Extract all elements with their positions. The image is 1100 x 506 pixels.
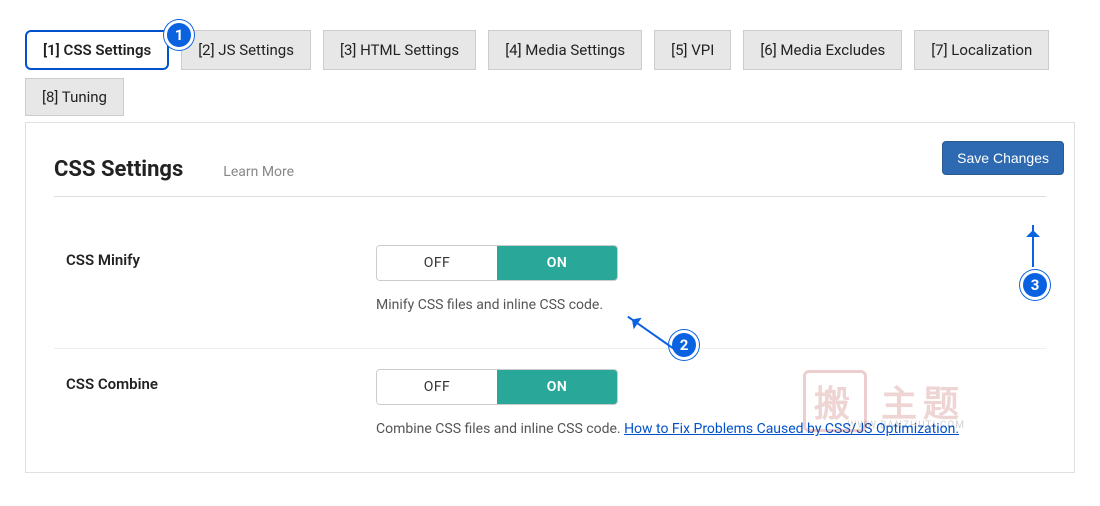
learn-more-link[interactable]: Learn More — [223, 164, 294, 180]
tab-html-settings[interactable]: [3] HTML Settings — [323, 30, 476, 70]
panel-title: CSS Settings — [54, 157, 183, 182]
tab-media-settings[interactable]: [4] Media Settings — [488, 30, 642, 70]
annotation-badge-2: 2 — [669, 330, 699, 360]
setting-row-css-minify: CSS Minify OFF ON Minify CSS files and i… — [54, 225, 1046, 349]
toggle-off-option[interactable]: OFF — [377, 246, 497, 280]
tab-tuning[interactable]: [8] Tuning — [25, 78, 124, 116]
setting-row-css-combine: CSS Combine OFF ON Combine CSS files and… — [54, 349, 1046, 472]
setting-description: Minify CSS files and inline CSS code. — [376, 295, 1046, 316]
annotation-arrow-3 — [1032, 225, 1034, 267]
setting-label: CSS Minify — [66, 245, 376, 269]
annotation-badge-3: 3 — [1020, 270, 1050, 300]
setting-label: CSS Combine — [66, 369, 376, 393]
toggle-on-option[interactable]: ON — [497, 370, 617, 404]
tab-js-settings[interactable]: [2] JS Settings — [181, 30, 311, 70]
tab-css-settings[interactable]: [1] CSS Settings — [25, 30, 169, 70]
help-link-css-js-optimization[interactable]: How to Fix Problems Caused by CSS/JS Opt… — [624, 421, 959, 437]
tab-media-excludes[interactable]: [6] Media Excludes — [743, 30, 902, 70]
toggle-off-option[interactable]: OFF — [377, 370, 497, 404]
save-changes-button[interactable]: Save Changes — [942, 141, 1064, 175]
toggle-on-option[interactable]: ON — [497, 246, 617, 280]
setting-description: Combine CSS files and inline CSS code. H… — [376, 419, 1046, 440]
settings-panel: Save Changes CSS Settings Learn More CSS… — [25, 122, 1075, 473]
annotation-badge-1: 1 — [164, 20, 194, 50]
tab-vpi[interactable]: [5] VPI — [654, 30, 731, 70]
toggle-css-combine[interactable]: OFF ON — [376, 369, 618, 405]
toggle-css-minify[interactable]: OFF ON — [376, 245, 618, 281]
tab-localization[interactable]: [7] Localization — [914, 30, 1049, 70]
